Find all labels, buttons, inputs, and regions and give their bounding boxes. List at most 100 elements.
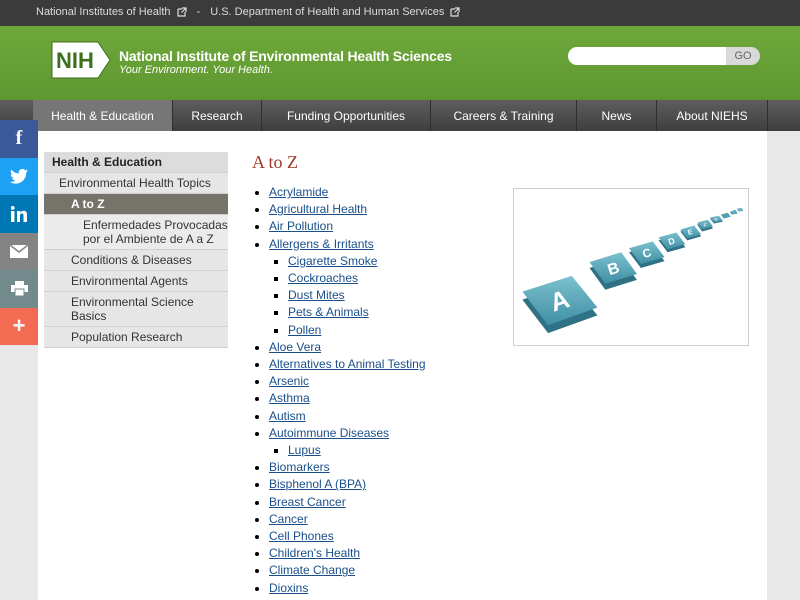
subtopic-link[interactable]: Dust Mites <box>288 288 345 302</box>
share-bar: f + <box>0 120 38 345</box>
list-item: Breast Cancer <box>269 494 426 511</box>
tile-d: D <box>658 232 686 253</box>
external-link-icon <box>176 7 187 17</box>
topic-link[interactable]: Climate Change <box>269 563 355 577</box>
list-item: Alternatives to Animal Testing <box>269 356 426 373</box>
list-item: Cockroaches <box>288 270 426 287</box>
topbar-separator: - <box>196 6 201 18</box>
nav-news[interactable]: News <box>577 100 657 131</box>
hhs-link[interactable]: U.S. Department of Health and Human Serv… <box>210 6 444 18</box>
logo-text: NIH <box>56 48 94 73</box>
sidenav-conditions-diseases[interactable]: Conditions & Diseases <box>44 250 228 271</box>
topic-link[interactable]: Children's Health <box>269 546 360 560</box>
sidenav-enfermedades[interactable]: Enfermedades Provocadas por el Ambiente … <box>44 215 228 250</box>
nih-logo[interactable]: NIH <box>50 40 112 80</box>
nih-link[interactable]: National Institutes of Health <box>36 6 171 18</box>
twitter-icon <box>10 168 28 184</box>
topic-list: Acrylamide Agricultural Health Air Pollu… <box>251 184 426 597</box>
search-go-button[interactable]: GO <box>726 47 760 65</box>
list-item: Acrylamide <box>269 184 426 201</box>
topic-link[interactable]: Cancer <box>269 512 308 526</box>
twitter-share-button[interactable] <box>0 157 38 195</box>
subtopic-link[interactable]: Pollen <box>288 323 321 337</box>
linkedin-icon <box>11 205 27 222</box>
nav-careers-training[interactable]: Careers & Training <box>431 100 577 131</box>
org-name[interactable]: National Institute of Environmental Heal… <box>119 48 452 64</box>
tile-b: B <box>589 252 637 290</box>
org-tagline: Your Environment. Your Health. <box>119 64 273 76</box>
nav-about[interactable]: About NIEHS <box>657 100 768 131</box>
list-item: Arsenic <box>269 373 426 390</box>
tile-letter: G <box>714 217 717 222</box>
list-item: Biomarkers <box>269 459 426 476</box>
list-item: Pets & Animals <box>288 304 426 321</box>
tile-f: F <box>697 219 713 232</box>
list-item: Pollen <box>288 322 426 339</box>
page-title: A to Z <box>252 152 299 172</box>
list-item: Autism <box>269 408 426 425</box>
search-input[interactable] <box>568 47 728 65</box>
subtopic-link[interactable]: Lupus <box>288 443 321 457</box>
printer-icon <box>10 281 28 297</box>
sub-topic-list: Cigarette Smoke Cockroaches Dust Mites P… <box>269 253 426 339</box>
list-item: Autoimmune Diseases Lupus <box>269 425 426 459</box>
tile-letter: F <box>704 223 707 229</box>
topic-link[interactable]: Air Pollution <box>269 219 333 233</box>
topic-link[interactable]: Agricultural Health <box>269 202 367 216</box>
main-nav: Health & Education Research Funding Oppo… <box>0 100 800 131</box>
topic-link[interactable]: Allergens & Irritants <box>269 237 374 251</box>
sidenav-environmental-health-topics[interactable]: Environmental Health Topics <box>44 173 228 194</box>
list-item: Cigarette Smoke <box>288 253 426 270</box>
list-item: Allergens & Irritants Cigarette Smoke Co… <box>269 236 426 339</box>
tile-c: C <box>629 241 665 268</box>
subtopic-link[interactable]: Cigarette Smoke <box>288 254 377 268</box>
list-item: Climate Change <box>269 562 426 579</box>
list-item: Aloe Vera <box>269 339 426 356</box>
linkedin-share-button[interactable] <box>0 195 38 233</box>
tile-g: G <box>709 215 723 224</box>
more-share-button[interactable]: + <box>0 307 38 345</box>
plus-icon: + <box>12 313 26 339</box>
topic-link[interactable]: Asthma <box>269 391 310 405</box>
external-link-icon <box>450 7 460 17</box>
list-item: Bisphenol A (BPA) <box>269 476 426 493</box>
topic-link[interactable]: Arsenic <box>269 374 309 388</box>
list-item: Agricultural Health <box>269 201 426 218</box>
envelope-icon <box>10 244 28 258</box>
alphabet-tiles-image: A B C D E F G <box>513 188 749 346</box>
print-button[interactable] <box>0 270 38 308</box>
sidenav-a-to-z[interactable]: A to Z <box>44 194 228 215</box>
topic-link[interactable]: Bisphenol A (BPA) <box>269 477 366 491</box>
subtopic-link[interactable]: Pets & Animals <box>288 305 369 319</box>
list-item: Asthma <box>269 390 426 407</box>
list-item: Dust Mites <box>288 287 426 304</box>
topic-link[interactable]: Aloe Vera <box>269 340 321 354</box>
list-item: Air Pollution <box>269 218 426 235</box>
topic-link[interactable]: Dioxins <box>269 581 308 595</box>
sidenav-environmental-agents[interactable]: Environmental Agents <box>44 271 228 292</box>
search-form: GO <box>568 47 760 65</box>
top-utility-bar: National Institutes of Health - U.S. Dep… <box>0 0 800 26</box>
nav-funding[interactable]: Funding Opportunities <box>262 100 431 131</box>
email-share-button[interactable] <box>0 232 38 270</box>
tile-a: A <box>522 275 598 334</box>
tile-e: E <box>680 225 702 241</box>
topic-link[interactable]: Autoimmune Diseases <box>269 426 389 440</box>
subtopic-link[interactable]: Cockroaches <box>288 271 358 285</box>
topic-link[interactable]: Alternatives to Animal Testing <box>269 357 426 371</box>
facebook-share-button[interactable]: f <box>0 120 38 158</box>
sidenav-environmental-science-basics[interactable]: Environmental Science Basics <box>44 292 228 327</box>
facebook-icon: f <box>15 127 23 150</box>
list-item: Cancer <box>269 511 426 528</box>
topic-link[interactable]: Acrylamide <box>269 185 328 199</box>
topic-link[interactable]: Biomarkers <box>269 460 330 474</box>
sidenav-health-education[interactable]: Health & Education <box>44 152 228 173</box>
list-item: Dioxins <box>269 580 426 597</box>
topic-link[interactable]: Cell Phones <box>269 529 334 543</box>
nav-health-education[interactable]: Health & Education <box>33 100 173 131</box>
nav-research[interactable]: Research <box>173 100 262 131</box>
topic-link[interactable]: Autism <box>269 409 306 423</box>
sidenav-population-research[interactable]: Population Research <box>44 327 228 348</box>
topic-link[interactable]: Breast Cancer <box>269 495 346 509</box>
list-item: Children's Health <box>269 545 426 562</box>
